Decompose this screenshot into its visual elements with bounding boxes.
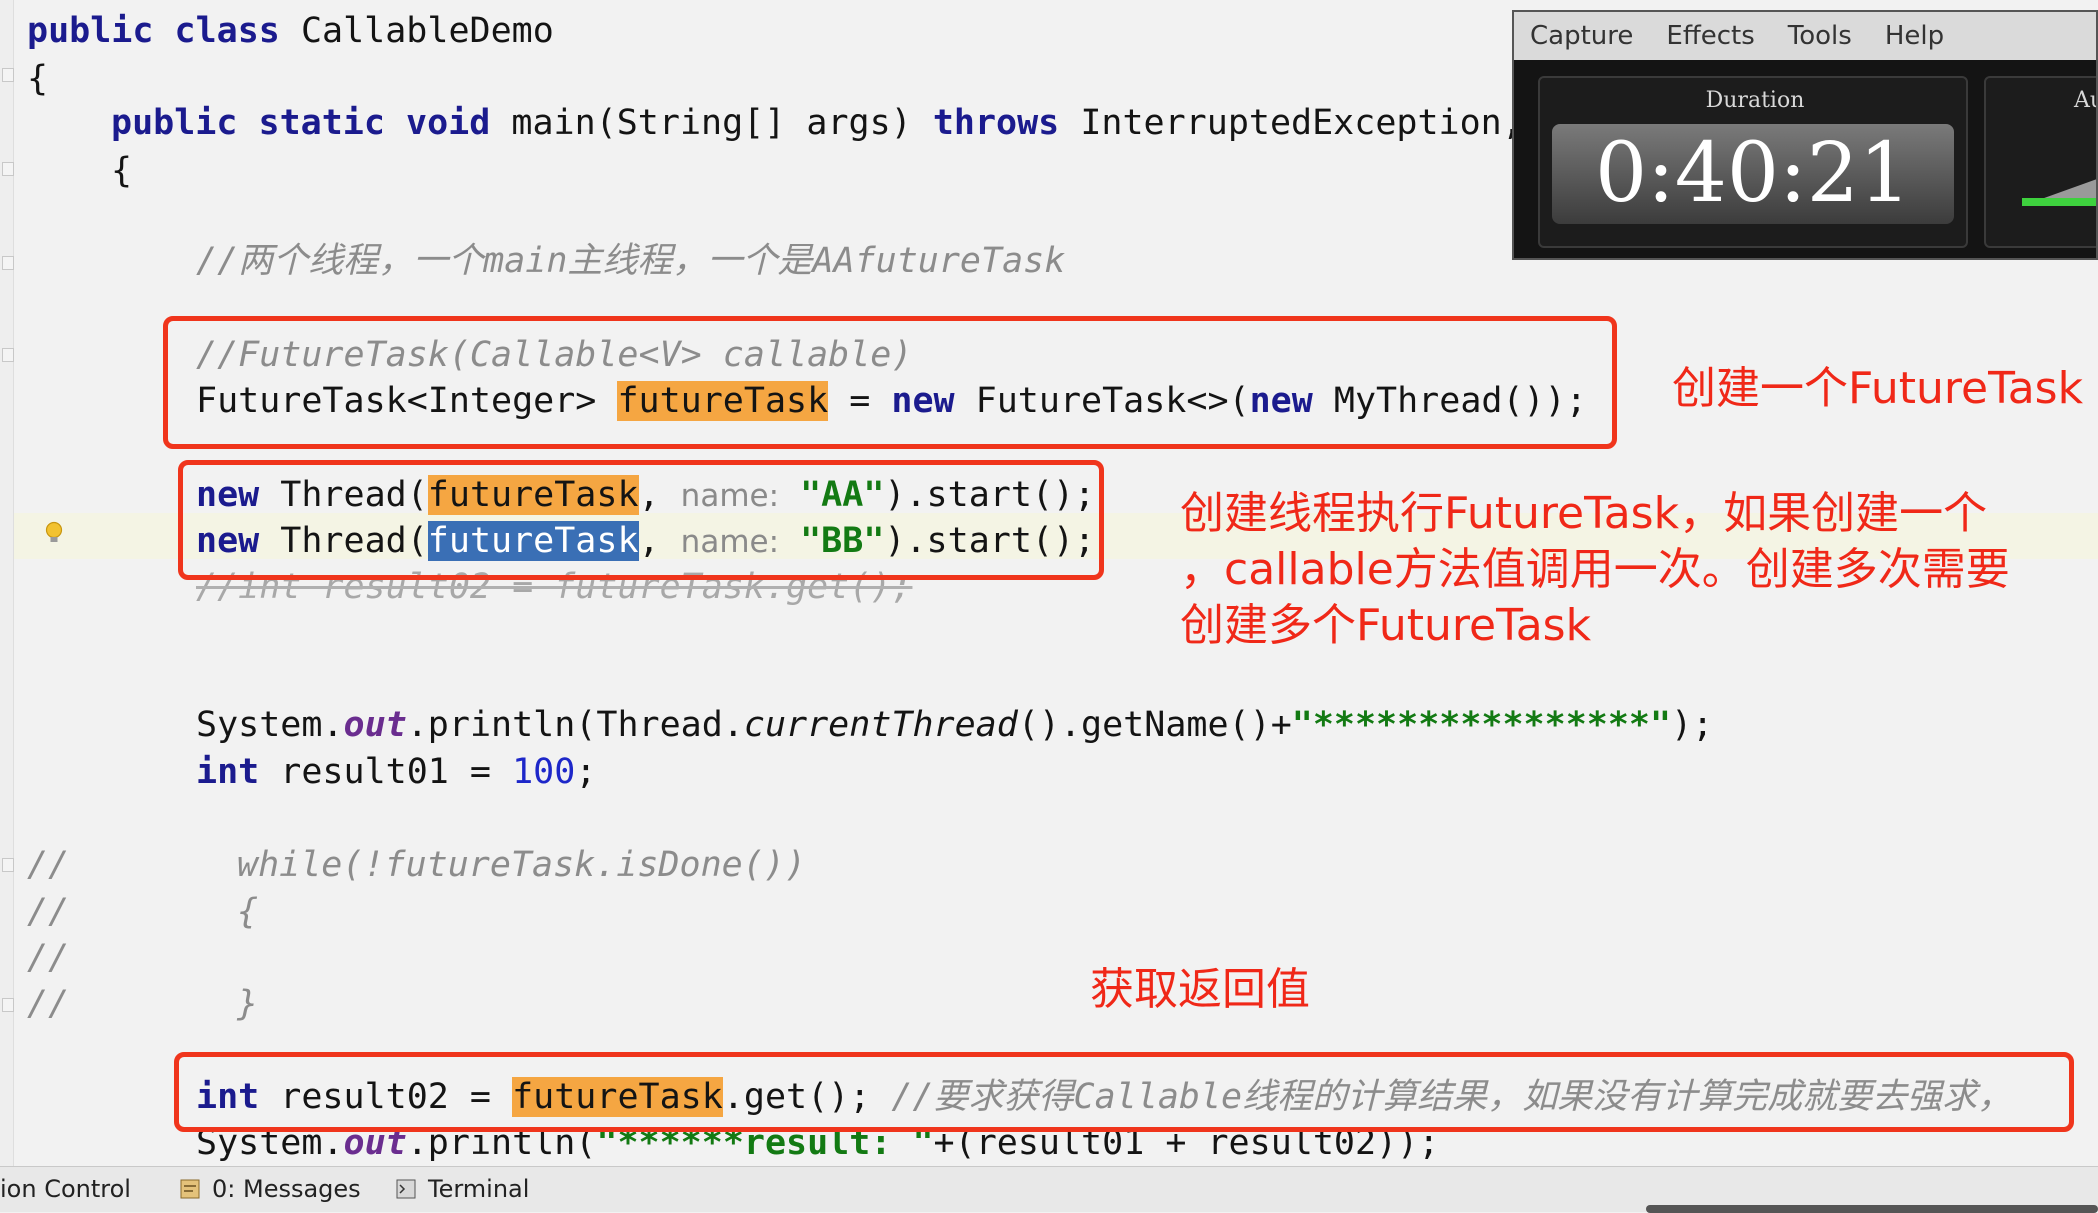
menu-help[interactable]: Help	[1885, 21, 1944, 51]
method-signature: main(String[] args)	[490, 103, 933, 143]
keyword: int	[196, 752, 260, 792]
menu-effects[interactable]: Effects	[1666, 21, 1754, 51]
screen-recorder-window[interactable]: Capture Effects Tools Help Duration 0:40…	[1512, 10, 2098, 260]
class-ref: System.	[196, 705, 344, 745]
fold-marker[interactable]	[2, 68, 14, 82]
fold-marker[interactable]	[2, 162, 14, 176]
method-call: .println(Thread.	[406, 705, 744, 745]
fold-marker[interactable]	[2, 348, 14, 362]
audio-panel: Au	[1984, 76, 2096, 248]
code-line-class-decl[interactable]: public class CallableDemo	[27, 8, 554, 54]
messages-icon	[180, 1179, 200, 1199]
annotation-create-futuretask: 创建一个FutureTask	[1672, 363, 2084, 414]
code-line-commented-brace[interactable]: // {	[27, 889, 258, 935]
fold-marker[interactable]	[2, 998, 14, 1012]
fold-marker[interactable]	[2, 256, 14, 270]
duration-value: 0:40:21	[1594, 126, 1912, 221]
string-literal: "****************"	[1291, 705, 1672, 745]
tool-window-bar: ion Control 0: Messages Terminal	[0, 1166, 2098, 1213]
comment-body: }	[237, 984, 259, 1024]
tab-messages[interactable]: 0: Messages	[212, 1175, 361, 1203]
tab-version-control[interactable]: ion Control	[0, 1175, 131, 1203]
terminal-icon	[396, 1179, 416, 1199]
menu-tools[interactable]: Tools	[1788, 21, 1852, 51]
annotation-box-create-futuretask	[163, 316, 1617, 449]
code-line-commented-empty[interactable]: //	[27, 935, 69, 981]
comment-prefix: //	[27, 984, 70, 1024]
comment-prefix: //	[27, 845, 70, 885]
recorder-menu-bar: Capture Effects Tools Help	[1514, 12, 2096, 60]
code-line-brace[interactable]: {	[27, 56, 48, 102]
comment-body: {	[237, 892, 259, 932]
menu-capture[interactable]: Capture	[1530, 21, 1633, 51]
code-line-brace[interactable]: {	[111, 148, 132, 194]
annotation-get-return-value: 获取返回值	[1090, 964, 1310, 1015]
class-name: CallableDemo	[279, 11, 554, 51]
keyword: throws	[932, 103, 1060, 143]
assignment: result01 =	[259, 752, 513, 792]
code-line-main-decl[interactable]: public static void main(String[] args) t…	[111, 100, 1523, 146]
annotation-box-threads	[178, 460, 1104, 580]
code-line-commented-brace[interactable]: //}	[27, 981, 258, 1027]
static-method: currentThread	[743, 705, 1018, 745]
annotation-thread-line-3: 创建多个FutureTask	[1180, 600, 1592, 651]
statement-end: );	[1671, 705, 1714, 745]
code-line-commented-while[interactable]: // while(!futureTask.isDone())	[27, 842, 806, 888]
annotation-thread-line-2: ，callable方法值调用一次。创建多次需要	[1180, 544, 2010, 595]
audio-label: Au	[2074, 88, 2096, 113]
code-line-println[interactable]: System.out.println(Thread.currentThread(…	[196, 702, 1713, 748]
tab-terminal[interactable]: Terminal	[428, 1175, 529, 1203]
comment-prefix: //	[27, 938, 70, 978]
keyword: public static void	[111, 103, 491, 143]
duration-panel: Duration 0:40:21	[1538, 76, 1968, 248]
duration-label: Duration	[1705, 88, 1805, 113]
audio-level-meter-icon	[2022, 179, 2096, 206]
editor-gutter	[0, 0, 14, 1166]
annotation-box-get-result	[174, 1052, 2074, 1132]
fold-marker[interactable]	[2, 858, 14, 872]
method-call: ().getName()+	[1017, 705, 1292, 745]
comment-prefix: //	[27, 892, 70, 932]
statement-end: ;	[575, 752, 597, 792]
static-field: out	[343, 705, 407, 745]
exception-name: InterruptedException,	[1059, 103, 1523, 143]
keyword: public class	[27, 11, 280, 51]
comment-body: while(!futureTask.isDone())	[237, 845, 806, 885]
code-line-result01[interactable]: int result01 = 100;	[196, 749, 596, 795]
lightbulb-icon[interactable]	[44, 521, 64, 545]
code-line-comment[interactable]: //两个线程，一个main主线程，一个是AAfutureTask	[196, 238, 1065, 284]
number-literal: 100	[512, 752, 576, 792]
duration-display: 0:40:21	[1552, 124, 1954, 224]
annotation-thread-line-1: 创建线程执行FutureTask，如果创建一个	[1180, 488, 1988, 539]
